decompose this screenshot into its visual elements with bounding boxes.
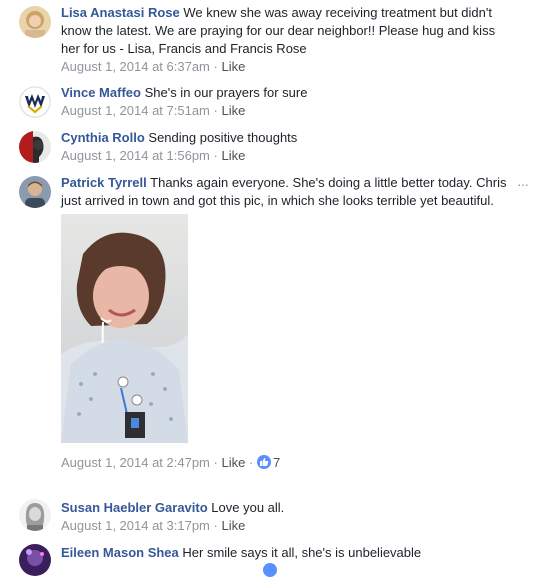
comment-author-link[interactable]: Eileen Mason Shea: [61, 545, 179, 560]
comment-timestamp[interactable]: August 1, 2014 at 7:51am: [61, 103, 210, 118]
meta-separator: ·: [213, 148, 218, 163]
meta-separator: ·: [213, 518, 218, 533]
woman-avatar-icon[interactable]: [19, 6, 51, 38]
meta-separator: ·: [213, 103, 218, 118]
comment-text: Her smile says it all, she's is unbeliev…: [182, 545, 422, 560]
comment-author-link[interactable]: Susan Haebler Garavito: [61, 500, 208, 515]
like-link[interactable]: Like: [221, 455, 245, 470]
grayscale-woman-avatar-icon[interactable]: [19, 499, 51, 531]
meta-separator: ·: [248, 455, 254, 470]
comment-meta: August 1, 2014 at 1:56pm · Like: [61, 147, 511, 165]
comment-timestamp[interactable]: August 1, 2014 at 3:17pm: [61, 518, 210, 533]
comment-body: Cynthia Rollo Sending positive thoughts …: [61, 129, 511, 165]
purple-avatar-icon[interactable]: [19, 544, 51, 576]
comment-body: Patrick Tyrrell Thanks again everyone. S…: [61, 174, 511, 472]
comment-body: Lisa Anastasi Rose We knew she was away …: [61, 4, 511, 76]
comment-author-link[interactable]: Vince Maffeo: [61, 85, 141, 100]
comment-body: Susan Haebler Garavito Love you all. Aug…: [61, 499, 511, 535]
like-count[interactable]: 7: [273, 455, 280, 470]
comment-options-icon[interactable]: ···: [517, 176, 529, 192]
thumbs-up-icon: [263, 563, 277, 577]
comment-meta: August 1, 2014 at 2:47pm · Like · 7: [61, 454, 511, 472]
like-link[interactable]: Like: [221, 148, 245, 163]
comment-author-link[interactable]: Cynthia Rollo: [61, 130, 145, 145]
comment-timestamp[interactable]: August 1, 2014 at 6:37am: [61, 59, 210, 74]
meta-separator: ·: [213, 59, 218, 74]
comment-text: She's in our prayers for sure: [144, 85, 308, 100]
comment-timestamp[interactable]: August 1, 2014 at 1:56pm: [61, 148, 210, 163]
comment-timestamp[interactable]: August 1, 2014 at 2:47pm: [61, 455, 210, 470]
red-silhouette-avatar-icon[interactable]: [19, 131, 51, 163]
wvu-logo-avatar-icon[interactable]: [19, 86, 51, 118]
comment-meta: August 1, 2014 at 3:17pm · Like: [61, 517, 511, 535]
thumbs-up-icon: [256, 455, 271, 469]
comment-author-link[interactable]: Lisa Anastasi Rose: [61, 5, 180, 20]
comment-photo[interactable]: [61, 214, 188, 443]
comment-text: Sending positive thoughts: [148, 130, 298, 145]
comment-body: Vince Maffeo She's in our prayers for su…: [61, 84, 511, 120]
comment-body: Eileen Mason Shea Her smile says it all,…: [61, 544, 511, 562]
comment-meta: August 1, 2014 at 7:51am · Like: [61, 102, 511, 120]
comment-text: Love you all.: [211, 500, 285, 515]
man-avatar-icon[interactable]: [19, 176, 51, 208]
comment-meta: August 1, 2014 at 6:37am · Like: [61, 58, 511, 76]
like-link[interactable]: Like: [221, 59, 245, 74]
meta-separator: ·: [213, 455, 218, 470]
comment-author-link[interactable]: Patrick Tyrrell: [61, 175, 147, 190]
like-link[interactable]: Like: [221, 103, 245, 118]
like-link[interactable]: Like: [221, 518, 245, 533]
